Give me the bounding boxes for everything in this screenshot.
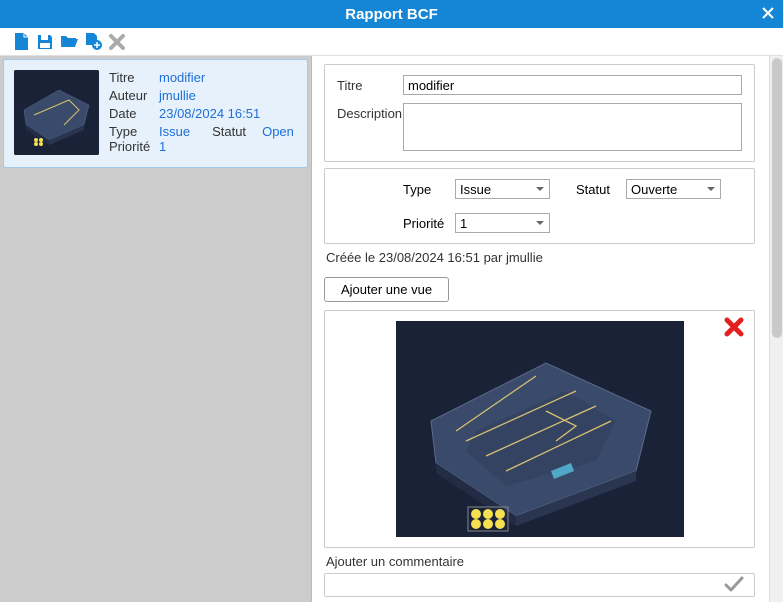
delete-view-icon[interactable] [724, 317, 744, 340]
detail-pane: Titre Description Type Issue Statut Ouve… [312, 56, 783, 602]
issue-card[interactable]: Titremodifier Auteurjmullie Date23/08/20… [3, 59, 308, 168]
priority-select[interactable]: 1 [455, 213, 550, 233]
description-label: Description [337, 103, 403, 121]
meta-group: Type Issue Statut Ouverte Priorité 1 [324, 168, 755, 244]
titlebar: Rapport BCF [0, 0, 783, 28]
window-title: Rapport BCF [345, 6, 438, 23]
detail-content: Titre Description Type Issue Statut Ouve… [312, 56, 769, 602]
card-status-value: Open [262, 124, 294, 139]
priority-label: Priorité [403, 216, 445, 231]
created-text: Créée le 23/08/2024 16:51 par jmullie [326, 250, 753, 265]
close-icon[interactable] [761, 4, 775, 25]
type-select[interactable]: Issue [455, 179, 550, 199]
save-icon[interactable] [36, 33, 54, 51]
comment-input-row [324, 573, 755, 597]
card-author-value: jmullie [159, 88, 196, 103]
scroll-thumb[interactable] [772, 58, 782, 338]
type-label: Type [403, 182, 445, 197]
main-area: Titremodifier Auteurjmullie Date23/08/20… [0, 56, 783, 602]
issue-thumbnail [14, 70, 99, 155]
file-add-icon[interactable] [84, 33, 102, 51]
open-folder-icon[interactable] [60, 33, 78, 51]
title-label: Titre [337, 75, 403, 93]
description-input[interactable] [403, 103, 742, 151]
title-desc-group: Titre Description [324, 64, 755, 162]
add-comment-label: Ajouter un commentaire [326, 554, 755, 569]
status-label: Statut [576, 182, 616, 197]
card-priority-label: Priorité [109, 139, 159, 154]
delete-icon[interactable] [108, 33, 126, 51]
card-title-label: Titre [109, 70, 159, 85]
toolbar [0, 28, 783, 56]
new-file-icon[interactable] [12, 33, 30, 51]
submit-comment-icon[interactable] [724, 576, 744, 595]
card-status-label: Statut [212, 124, 262, 139]
card-priority-value: 1 [159, 139, 166, 154]
view-thumbnail[interactable] [396, 321, 684, 537]
scrollbar[interactable] [769, 56, 783, 602]
card-type-value: Issue [159, 124, 190, 139]
card-date-label: Date [109, 106, 159, 121]
add-view-button[interactable]: Ajouter une vue [324, 277, 449, 302]
issue-card-info: Titremodifier Auteurjmullie Date23/08/20… [109, 70, 297, 157]
card-author-label: Auteur [109, 88, 159, 103]
card-date-value: 23/08/2024 16:51 [159, 106, 260, 121]
card-title-value: modifier [159, 70, 205, 85]
status-select[interactable]: Ouverte [626, 179, 721, 199]
card-type-label: Type [109, 124, 159, 139]
issue-list-pane: Titremodifier Auteurjmullie Date23/08/20… [0, 56, 312, 602]
view-box [324, 310, 755, 548]
title-input[interactable] [403, 75, 742, 95]
